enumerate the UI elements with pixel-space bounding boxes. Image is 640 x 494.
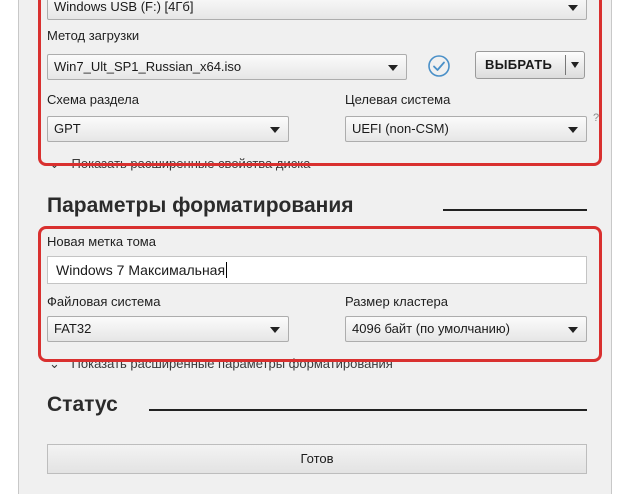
highlight-format-options bbox=[38, 226, 602, 362]
status-section-title: Статус bbox=[47, 393, 118, 416]
status-section-rule bbox=[149, 409, 587, 411]
format-section-title: Параметры форматирования bbox=[47, 194, 354, 217]
status-text: Готов bbox=[300, 451, 334, 466]
format-section-rule bbox=[443, 209, 587, 211]
rufus-window: Windows USB (F:) [4Гб] Метод загрузки Wi… bbox=[18, 0, 612, 494]
highlight-drive-properties bbox=[38, 0, 602, 166]
status-progress-bar: Готов bbox=[47, 444, 587, 474]
